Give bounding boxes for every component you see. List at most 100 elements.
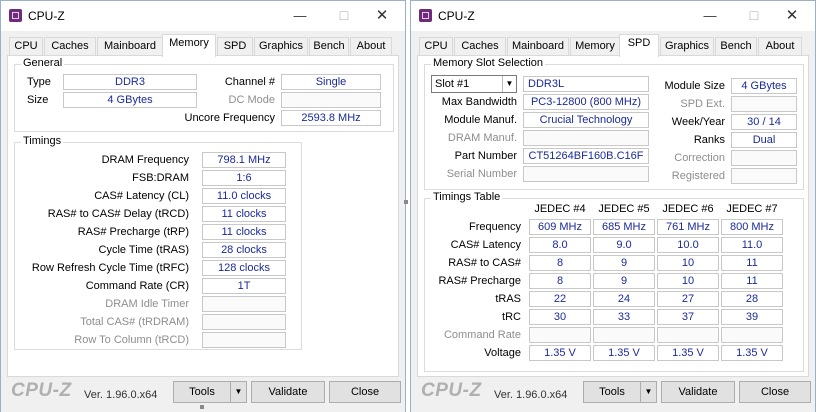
- timing-cell: 39: [721, 309, 783, 325]
- validate-button[interactable]: Validate: [251, 381, 325, 403]
- timing-value: [202, 296, 286, 312]
- dc-mode-label: DC Mode: [228, 94, 275, 106]
- timing-cell: 1.35 V: [593, 345, 655, 361]
- timing-cell: 8: [529, 255, 591, 271]
- tools-button-label: Tools: [189, 386, 215, 398]
- version-label: Ver. 1.96.0.x64: [84, 389, 158, 401]
- timing-cell: [593, 327, 655, 343]
- minimize-button[interactable]: —: [695, 6, 725, 26]
- tab-cpu[interactable]: CPU: [419, 37, 453, 56]
- tab-spd[interactable]: SPD: [217, 37, 253, 56]
- dropdown-arrow-icon[interactable]: ▼: [230, 382, 246, 402]
- timing-cell: 1.35 V: [657, 345, 719, 361]
- tab-spd[interactable]: SPD: [619, 34, 659, 57]
- memory-panel: General Type DDR3 Size 4 GBytes Channel …: [7, 55, 399, 377]
- tab-memory[interactable]: Memory: [162, 34, 216, 57]
- timing-cell: 11.0: [721, 237, 783, 253]
- column-header: JEDEC #6: [662, 203, 714, 215]
- maximize-button[interactable]: ☐: [329, 6, 359, 26]
- general-group-title: General: [21, 57, 65, 69]
- tab-about[interactable]: About: [758, 37, 802, 56]
- spd-label: Module Manuf.: [444, 114, 517, 126]
- timing-label: Cycle Time (tRAS): [98, 244, 189, 256]
- spd-value: [731, 168, 797, 184]
- timing-cell: 11: [721, 273, 783, 289]
- close-button[interactable]: Close: [739, 381, 811, 403]
- spd-label: Ranks: [693, 134, 725, 146]
- spd-label: Week/Year: [671, 116, 725, 128]
- tab-cpu[interactable]: CPU: [9, 37, 43, 56]
- tab-bench[interactable]: Bench: [715, 37, 757, 56]
- tab-caches[interactable]: Caches: [44, 37, 96, 56]
- spd-value: 30 / 14: [731, 114, 797, 130]
- timing-value: 1:6: [202, 170, 286, 186]
- timing-value: 128 clocks: [202, 260, 286, 276]
- timing-cell: 28: [721, 291, 783, 307]
- timing-row-label: RAS# Precharge: [438, 275, 521, 287]
- maximize-button[interactable]: ☐: [739, 6, 769, 26]
- uncore-frequency-label: Uncore Frequency: [184, 112, 276, 124]
- chevron-down-icon[interactable]: ▼: [502, 76, 516, 92]
- timing-cell: 30: [529, 309, 591, 325]
- timing-label: DRAM Frequency: [101, 154, 189, 166]
- timing-cell: 685 MHz: [593, 219, 655, 235]
- title-bar[interactable]: CPU-Z — ☐ ✕: [411, 1, 815, 31]
- tab-about[interactable]: About: [350, 37, 392, 56]
- tab-strip: CPU Caches Mainboard Memory SPD Graphics…: [417, 34, 809, 57]
- spd-value: [731, 150, 797, 166]
- footer-bar: CPU-Z Ver. 1.96.0.x64 Tools ▼ Validate C…: [411, 377, 815, 412]
- timing-row-label: Voltage: [484, 347, 521, 359]
- size-value: 4 GBytes: [63, 92, 197, 108]
- timing-label: DRAM Idle Timer: [105, 298, 189, 310]
- timing-cell: [529, 327, 591, 343]
- dropdown-arrow-icon[interactable]: ▼: [640, 382, 656, 402]
- tab-mainboard[interactable]: Mainboard: [97, 37, 163, 56]
- timing-row-label: Command Rate: [443, 329, 521, 341]
- cpuz-window-spd: CPU-Z — ☐ ✕ CPU Caches Mainboard Memory …: [410, 0, 816, 412]
- timing-row-label: CAS# Latency: [450, 239, 521, 251]
- spd-label: Serial Number: [446, 168, 517, 180]
- tab-strip: CPU Caches Mainboard Memory SPD Graphics…: [7, 34, 399, 57]
- timing-value: 28 clocks: [202, 242, 286, 258]
- resize-handle[interactable]: [404, 200, 408, 204]
- tab-bench[interactable]: Bench: [309, 37, 349, 56]
- close-window-button[interactable]: ✕: [777, 6, 807, 26]
- spd-label: SPD Ext.: [680, 98, 725, 110]
- resize-handle[interactable]: [200, 405, 204, 409]
- timing-cell: 10: [657, 255, 719, 271]
- general-group: General Type DDR3 Size 4 GBytes Channel …: [14, 57, 394, 132]
- column-header: JEDEC #4: [534, 203, 586, 215]
- tools-button[interactable]: Tools ▼: [173, 381, 247, 403]
- minimize-button[interactable]: —: [285, 6, 315, 26]
- cpuz-logo: CPU-Z: [11, 380, 72, 401]
- timing-value: [202, 314, 286, 330]
- timing-cell: [657, 327, 719, 343]
- timing-cell: 609 MHz: [529, 219, 591, 235]
- tab-memory[interactable]: Memory: [570, 37, 620, 56]
- tools-button-label: Tools: [599, 386, 625, 398]
- close-button[interactable]: Close: [329, 381, 401, 403]
- tab-caches[interactable]: Caches: [454, 37, 506, 56]
- timing-cell: 9: [593, 255, 655, 271]
- close-window-button[interactable]: ✕: [367, 6, 397, 26]
- tools-button[interactable]: Tools ▼: [583, 381, 657, 403]
- slot-select[interactable]: Slot #1 ▼: [431, 75, 517, 93]
- validate-button[interactable]: Validate: [661, 381, 735, 403]
- timings-table-title: Timings Table: [431, 191, 503, 203]
- tab-graphics[interactable]: Graphics: [660, 37, 714, 56]
- timing-cell: [721, 327, 783, 343]
- title-bar[interactable]: CPU-Z — ☐ ✕: [1, 1, 405, 31]
- timing-value: 798.1 MHz: [202, 152, 286, 168]
- timing-cell: 1.35 V: [721, 345, 783, 361]
- memory-slot-selection-group: Memory Slot Selection Slot #1 ▼ DDR3L Ma…: [424, 57, 804, 190]
- tab-graphics[interactable]: Graphics: [254, 37, 308, 56]
- tab-mainboard[interactable]: Mainboard: [507, 37, 569, 56]
- spd-value: CT51264BF160B.C16F: [523, 148, 649, 164]
- type-label: Type: [27, 76, 51, 88]
- timing-label: Command Rate (CR): [85, 280, 189, 292]
- timing-value: 1T: [202, 278, 286, 294]
- timing-value: 11 clocks: [202, 224, 286, 240]
- timing-cell: 9: [593, 273, 655, 289]
- window-title: CPU-Z: [28, 9, 65, 23]
- type-value: DDR3: [63, 74, 197, 90]
